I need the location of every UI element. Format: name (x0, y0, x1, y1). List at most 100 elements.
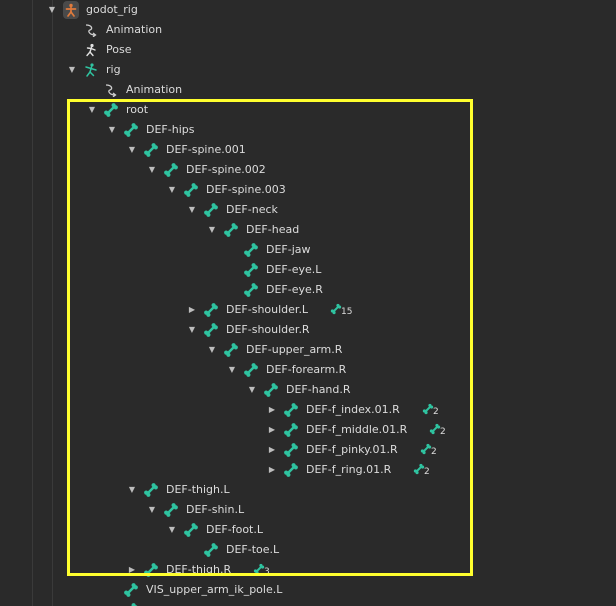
tree-row[interactable]: ▼ DEF-shoulder.R (0, 320, 616, 340)
collapse-arrow-icon[interactable]: ▼ (207, 340, 217, 360)
child-bones-count-badge[interactable]: 2 (420, 440, 442, 460)
child-count: 2 (440, 427, 446, 437)
collapse-arrow-icon[interactable]: ▼ (127, 480, 137, 500)
tree-row[interactable]: ▼ DEF-foot.L (0, 520, 616, 540)
tree-row[interactable]: ▼ DEF-upper_arm.R (0, 340, 616, 360)
collapse-arrow-icon[interactable]: ▼ (67, 60, 77, 80)
collapse-arrow-icon[interactable]: ▼ (187, 320, 197, 340)
tree-row[interactable]: VIS_upper_arm_ik_pole.L (0, 580, 616, 600)
tree-item-label[interactable]: DEF-head (246, 220, 299, 240)
tree-row[interactable]: ▶ DEF-shoulder.L 15 (0, 300, 616, 320)
collapse-arrow-icon[interactable]: ▼ (167, 180, 177, 200)
tree-row[interactable]: DEF-eye.L (0, 260, 616, 280)
tree-row[interactable]: ▼ DEF-spine.001 (0, 140, 616, 160)
child-bones-count-badge[interactable]: 3 (253, 560, 275, 580)
bone-icon (263, 380, 279, 400)
tree-row[interactable]: Animation (0, 80, 616, 100)
collapse-arrow-icon[interactable]: ▼ (247, 380, 257, 400)
child-bones-count-badge[interactable]: 15 (330, 300, 352, 320)
tree-row[interactable]: DEF-jaw (0, 240, 616, 260)
tree-item-label[interactable]: DEF-forearm.R (266, 360, 346, 380)
tree-row[interactable]: Animation (0, 20, 616, 40)
child-bones-count-badge[interactable]: 2 (413, 460, 435, 480)
tree-row[interactable]: ▶ DEF-f_pinky.01.R 2 (0, 440, 616, 460)
expand-arrow-icon[interactable]: ▶ (267, 440, 277, 460)
expand-arrow-icon[interactable]: ▶ (267, 420, 277, 440)
tree-item-label[interactable]: DEF-f_ring.01.R (306, 460, 391, 480)
expand-arrow-icon[interactable]: ▶ (267, 400, 277, 420)
collapse-arrow-icon[interactable]: ▼ (147, 500, 157, 520)
tree-item-label[interactable]: DEF-spine.003 (206, 180, 286, 200)
tree-item-label[interactable]: Pose (106, 40, 131, 60)
expand-arrow-icon[interactable]: ▶ (267, 460, 277, 480)
tree-item-label[interactable]: DEF-f_pinky.01.R (306, 440, 398, 460)
collapse-arrow-icon[interactable]: ▼ (127, 140, 137, 160)
tree-item-label[interactable]: DEF-upper_arm.R (246, 340, 342, 360)
tree-item-label[interactable]: root (126, 100, 148, 120)
animation-icon (83, 20, 99, 40)
tree-row[interactable]: ▼ DEF-spine.002 (0, 160, 616, 180)
tree-row[interactable]: ▼ DEF-forearm.R (0, 360, 616, 380)
collapse-arrow-icon[interactable]: ▼ (87, 100, 97, 120)
tree-item-label[interactable]: DEF-toe.L (226, 540, 279, 560)
tree-row[interactable]: ▼ DEF-hand.R (0, 380, 616, 400)
tree-item-label[interactable]: Animation (106, 20, 162, 40)
tree-item-label[interactable]: DEF-f_index.01.R (306, 400, 400, 420)
tree-row[interactable]: ▼ godot_rig (0, 0, 616, 20)
collapse-arrow-icon[interactable]: ▼ (207, 220, 217, 240)
bone-icon (203, 200, 219, 220)
tree-item-label[interactable]: DEF-shin.L (186, 500, 244, 520)
tree-item-label[interactable]: Animation (126, 80, 182, 100)
child-count: 2 (431, 447, 437, 457)
tree-item-label[interactable]: DEF-neck (226, 200, 278, 220)
tree-row[interactable]: ▶ DEF-thigh.R 3 (0, 560, 616, 580)
tree-item-label[interactable]: DEF-spine.001 (166, 140, 246, 160)
tree-item-label[interactable]: godot_rig (86, 0, 138, 20)
tree-item-label[interactable]: DEF-eye.R (266, 280, 323, 300)
tree-item-label[interactable]: VIS_upper_arm_ik_pole.L (146, 580, 282, 600)
bone-icon (243, 360, 259, 380)
tree-row[interactable]: ▼ DEF-neck (0, 200, 616, 220)
tree-item-label[interactable]: DEF-foot.L (206, 520, 263, 540)
bone-icon (163, 160, 179, 180)
tree-item-label[interactable]: DEF-spine.002 (186, 160, 266, 180)
tree-item-label[interactable]: DEF-hand.R (286, 380, 351, 400)
collapse-arrow-icon[interactable]: ▼ (227, 360, 237, 380)
child-bones-count-badge[interactable]: 2 (422, 400, 444, 420)
expand-arrow-icon[interactable]: ▶ (127, 560, 137, 580)
tree-row[interactable]: ▼ rig (0, 60, 616, 80)
tree-row[interactable]: Pose (0, 40, 616, 60)
collapse-arrow-icon[interactable]: ▼ (147, 160, 157, 180)
tree-item-label[interactable]: DEF-f_middle.01.R (306, 420, 407, 440)
tree-row[interactable]: ▼ DEF-shin.L (0, 500, 616, 520)
tree-row[interactable]: DEF-eye.R (0, 280, 616, 300)
tree-row[interactable]: DEF-toe.L (0, 540, 616, 560)
tree-item-label[interactable]: DEF-shoulder.R (226, 320, 310, 340)
bone-icon (203, 320, 219, 340)
tree-row[interactable]: ▶ DEF-f_index.01.R 2 (0, 400, 616, 420)
tree-row[interactable] (0, 600, 616, 606)
tree-item-label[interactable]: DEF-hips (146, 120, 194, 140)
tree-item-label[interactable]: DEF-thigh.L (166, 480, 230, 500)
child-bones-count-badge[interactable]: 2 (429, 420, 451, 440)
armature-icon (83, 60, 99, 80)
tree-row[interactable]: ▶ DEF-f_middle.01.R 2 (0, 420, 616, 440)
expand-arrow-icon[interactable]: ▶ (187, 300, 197, 320)
tree-row[interactable]: ▶ DEF-f_ring.01.R 2 (0, 460, 616, 480)
bone-icon (283, 440, 299, 460)
tree-item-label[interactable]: rig (106, 60, 121, 80)
collapse-arrow-icon[interactable]: ▼ (107, 120, 117, 140)
tree-row[interactable]: ▼ DEF-thigh.L (0, 480, 616, 500)
collapse-arrow-icon[interactable]: ▼ (167, 520, 177, 540)
tree-row[interactable]: ▼ root (0, 100, 616, 120)
collapse-arrow-icon[interactable]: ▼ (187, 200, 197, 220)
tree-item-label[interactable]: DEF-shoulder.L (226, 300, 308, 320)
tree-item-label[interactable]: DEF-jaw (266, 240, 311, 260)
tree-row[interactable]: ▼ DEF-hips (0, 120, 616, 140)
tree-item-label[interactable]: DEF-thigh.R (166, 560, 231, 580)
bone-icon (223, 220, 239, 240)
collapse-arrow-icon[interactable]: ▼ (47, 0, 57, 20)
tree-row[interactable]: ▼ DEF-head (0, 220, 616, 240)
tree-row[interactable]: ▼ DEF-spine.003 (0, 180, 616, 200)
tree-item-label[interactable]: DEF-eye.L (266, 260, 321, 280)
